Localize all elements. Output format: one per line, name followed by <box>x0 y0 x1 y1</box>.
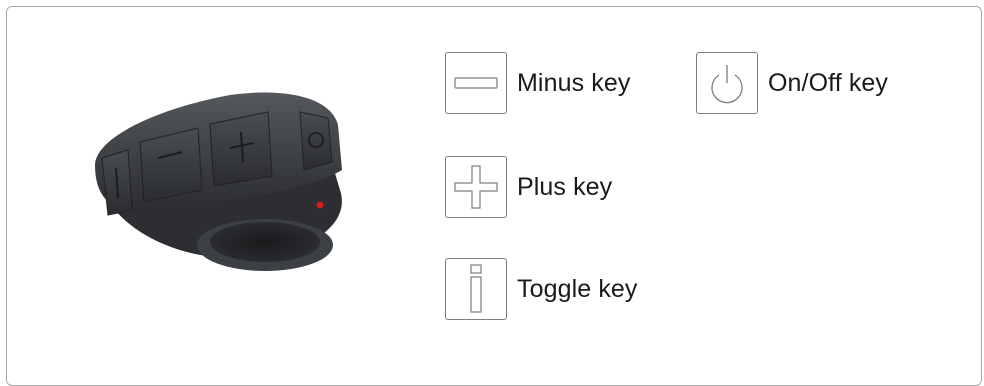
device-power-key <box>299 111 333 171</box>
toggle-icon <box>445 258 507 320</box>
legend-plus: Plus key <box>445 156 612 218</box>
device-plus-key <box>209 111 273 187</box>
toggle-key-label: Toggle key <box>517 274 638 303</box>
status-led <box>316 201 324 209</box>
legend-minus: Minus key <box>445 52 630 114</box>
minus-key-label: Minus key <box>517 68 631 97</box>
onoff-key-label: On/Off key <box>768 68 889 97</box>
plus-key-label: Plus key <box>517 172 613 201</box>
remote-control-illustration <box>95 92 342 271</box>
plus-icon <box>445 156 507 218</box>
device-toggle-key <box>101 149 133 216</box>
legend-onoff: On/Off key <box>696 52 888 114</box>
power-icon <box>696 52 758 114</box>
legend-toggle: Toggle key <box>445 258 638 320</box>
minus-icon <box>445 52 507 114</box>
